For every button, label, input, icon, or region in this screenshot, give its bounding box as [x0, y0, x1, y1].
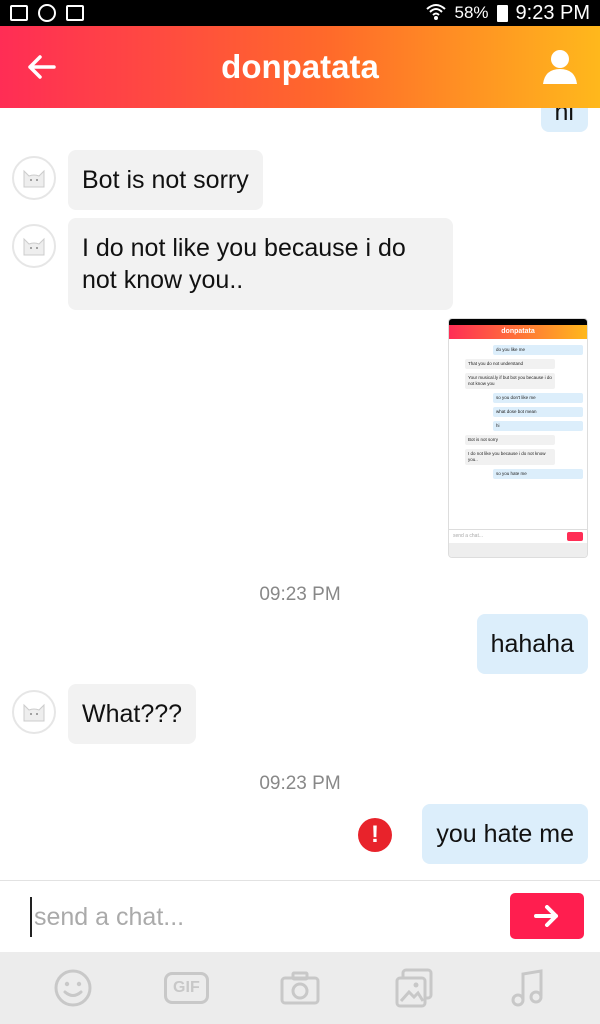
thumb-message: That you do not understand — [465, 359, 555, 369]
app-notification-icon — [38, 4, 56, 22]
notification-icons — [10, 4, 84, 22]
cat-avatar-icon — [23, 169, 45, 188]
thumb-message: hi — [493, 421, 583, 431]
battery-icon — [496, 4, 508, 22]
chat-header: donpatata — [0, 26, 600, 108]
avatar[interactable] — [12, 224, 56, 268]
message-text: hahaha — [490, 630, 574, 658]
message-incoming[interactable]: What??? — [68, 684, 197, 744]
profile-icon — [543, 50, 577, 84]
thumb-message: I do not like you because i do not know … — [465, 449, 555, 465]
thumb-placeholder: send a chat... — [453, 533, 484, 539]
wifi-icon — [426, 3, 447, 24]
thumb-messages: do you like me That you do not understan… — [449, 339, 587, 529]
system-status: 58% 9:23 PM — [426, 2, 590, 25]
message-outgoing[interactable]: hi — [540, 108, 588, 132]
cast-icon — [66, 5, 84, 21]
gallery-icon — [395, 968, 433, 1008]
timestamp: 09:23 PM — [259, 584, 341, 605]
message-text: you hate me — [436, 820, 574, 848]
camera-button[interactable] — [276, 964, 324, 1012]
thumb-header: donpatata — [449, 325, 587, 339]
music-button[interactable] — [503, 964, 551, 1012]
attachment-toolbar: GIF — [0, 952, 600, 1024]
camera-icon — [280, 971, 320, 1005]
emoji-icon — [54, 969, 92, 1007]
message-text-line: I do not like you because i do — [82, 234, 406, 262]
chat-input[interactable] — [30, 897, 490, 937]
message-outgoing[interactable]: hahaha — [476, 614, 588, 674]
gallery-notification-icon — [10, 5, 28, 21]
thumb-message: do you like me — [493, 345, 583, 355]
gif-button[interactable]: GIF — [162, 964, 210, 1012]
music-note-icon — [511, 969, 543, 1007]
message-list[interactable]: hi Bot is not sorry I do not like you be… — [0, 108, 600, 880]
thumb-message: what dose bot mean — [493, 407, 583, 417]
thumb-message: so you hate me — [493, 469, 583, 479]
message-text: What??? — [82, 700, 183, 728]
thumb-input: send a chat... — [449, 529, 587, 543]
chat-title: donpatata — [221, 48, 379, 85]
thumb-toolbar — [449, 543, 587, 557]
message-text: Bot is not sorry — [82, 166, 249, 194]
clock: 9:23 PM — [515, 1, 590, 24]
message-outgoing[interactable]: you hate me — [422, 804, 588, 864]
image-attachment[interactable]: donpatata do you like me That you do not… — [448, 318, 588, 558]
thumb-message: Bot is not sorry — [465, 435, 555, 445]
emoji-button[interactable] — [49, 964, 97, 1012]
cat-avatar-icon — [23, 237, 45, 256]
send-button[interactable] — [510, 893, 584, 939]
status-bar: 58% 9:23 PM — [0, 0, 600, 26]
error-icon[interactable]: ! — [358, 818, 392, 852]
message-text-line: not know you.. — [82, 266, 244, 294]
profile-button[interactable] — [538, 44, 582, 88]
message-incoming[interactable]: Bot is not sorry — [68, 150, 263, 210]
battery-percent: 58% — [454, 3, 489, 22]
send-arrow-icon — [534, 905, 558, 927]
gif-icon: GIF — [164, 972, 209, 1004]
thumb-message: Your musical.ly if but bot you because i… — [465, 373, 555, 389]
timestamp: 09:23 PM — [259, 773, 341, 794]
thumb-message: so you don't like me — [493, 393, 583, 403]
message-incoming[interactable]: I do not like you because i do not know … — [68, 218, 453, 310]
avatar[interactable] — [12, 156, 56, 200]
thumb-send-icon — [567, 532, 583, 541]
back-button[interactable] — [18, 46, 64, 88]
back-arrow-icon — [28, 55, 56, 79]
avatar[interactable] — [12, 690, 56, 734]
gallery-button[interactable] — [390, 964, 438, 1012]
cat-avatar-icon — [23, 703, 45, 722]
message-text: hi — [554, 108, 574, 126]
composer — [0, 880, 600, 952]
